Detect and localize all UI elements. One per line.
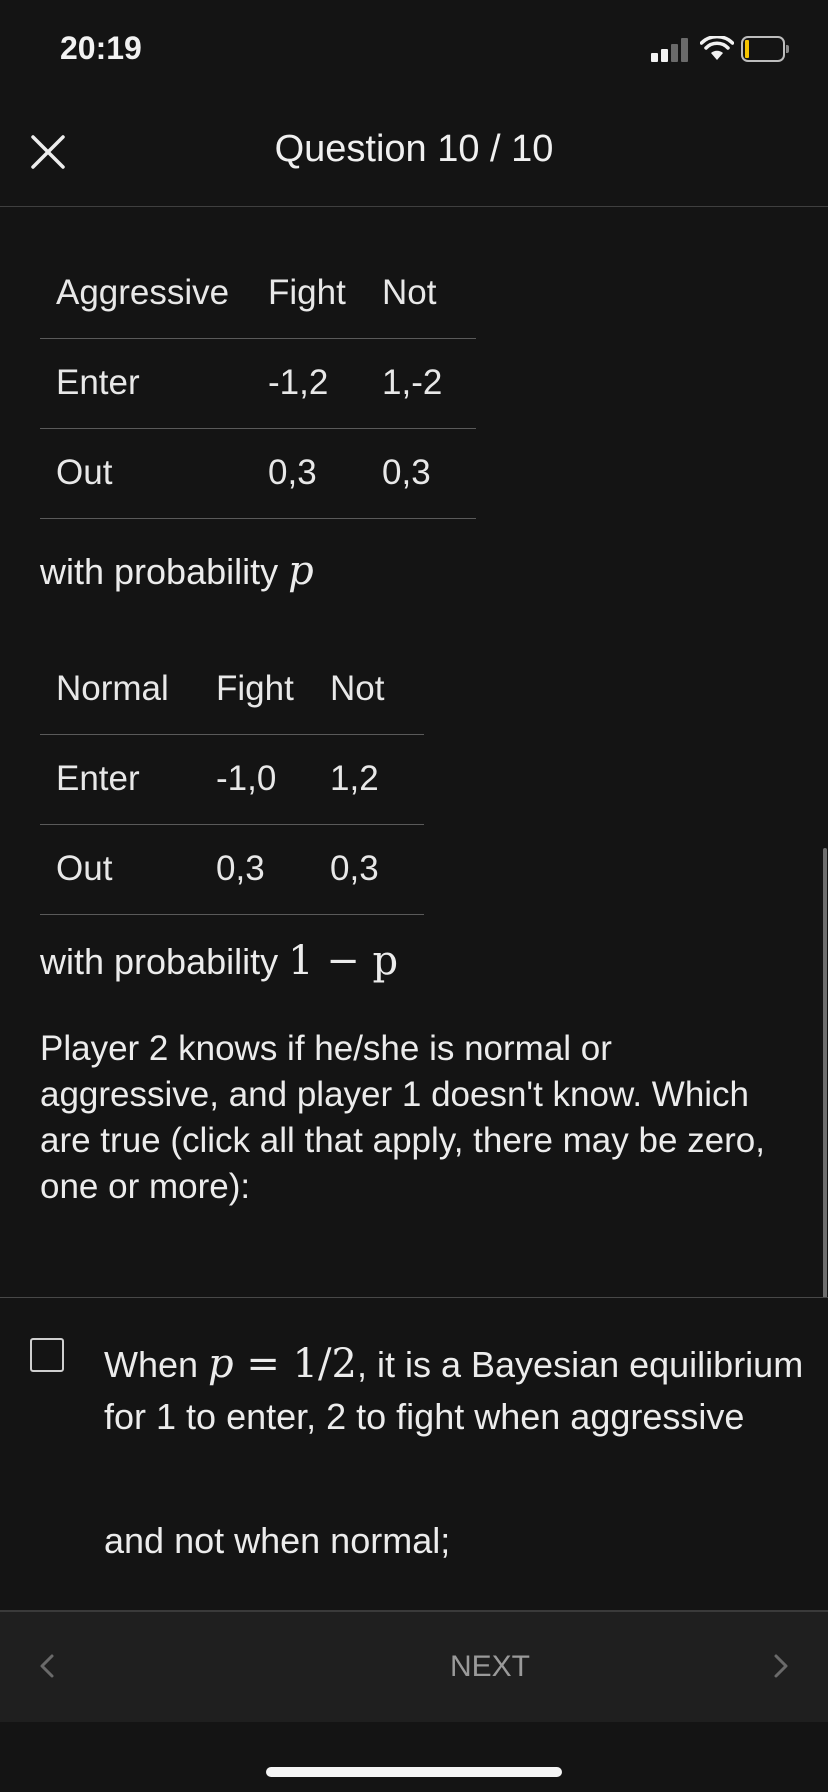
table-row: Enter -1,0 1,2 (40, 734, 424, 825)
table-header-row: Aggressive Fight Not (40, 248, 476, 339)
table-cell: 1,-2 (366, 338, 476, 429)
status-time: 20:19 (60, 30, 142, 66)
table-header-cell: Normal (40, 644, 200, 735)
next-chevron-button[interactable] (766, 1646, 796, 1686)
table-row: Out 0,3 0,3 (40, 824, 424, 915)
battery-icon (741, 36, 789, 62)
probability-text: with probability (40, 551, 289, 592)
probability-line-one-minus-p: with probability 1 − p (40, 938, 398, 984)
home-indicator[interactable] (266, 1767, 562, 1777)
chevron-left-icon (40, 1654, 54, 1678)
option-prefix: When (104, 1344, 209, 1385)
table-header-cell: Not (314, 644, 424, 735)
table-cell: 0,3 (200, 824, 314, 915)
table-cell: Out (40, 824, 200, 915)
math-variable: p (208, 1341, 234, 1387)
next-button[interactable]: NEXT (400, 1642, 580, 1692)
wifi-icon (700, 36, 734, 60)
payoff-table-normal: Normal Fight Not Enter -1,0 1,2 Out 0,3 … (40, 644, 424, 915)
cellular-signal-icon (651, 38, 691, 62)
table-header-cell: Fight (200, 644, 314, 735)
probability-line-p: with probability p (40, 548, 314, 594)
payoff-table-aggressive: Aggressive Fight Not Enter -1,2 1,-2 Out… (40, 248, 476, 519)
chevron-right-icon (774, 1654, 788, 1678)
table-cell: Enter (40, 338, 252, 429)
table-row: Out 0,3 0,3 (40, 428, 476, 519)
math-expression: 1 − p (288, 938, 399, 984)
bottom-nav: NEXT (0, 1612, 828, 1722)
screen: 20:19 Question 10 / 10 Aggressive Fight … (0, 0, 828, 1792)
page-title: Question 10 / 10 (274, 128, 554, 170)
battery-level (745, 40, 749, 58)
option-checkbox[interactable] (30, 1338, 64, 1372)
question-content[interactable]: Aggressive Fight Not Enter -1,2 1,-2 Out… (0, 208, 828, 1458)
table-cell: 0,3 (252, 428, 366, 519)
table-header-cell: Fight (252, 248, 366, 339)
table-cell: 0,3 (314, 824, 424, 915)
table-header-row: Normal Fight Not (40, 644, 424, 735)
table-header-cell: Not (366, 248, 476, 339)
header: Question 10 / 10 (0, 100, 828, 207)
question-text: Player 2 knows if he/she is normal or ag… (40, 1029, 765, 1206)
table-header-cell: Aggressive (40, 248, 252, 339)
math-expression: p (288, 548, 314, 594)
previous-button[interactable] (32, 1646, 62, 1686)
table-cell: Out (40, 428, 252, 519)
probability-text: with probability (40, 941, 289, 982)
table-cell: 1,2 (314, 734, 424, 825)
status-bar: 20:19 (0, 0, 828, 100)
table-cell: -1,2 (252, 338, 366, 429)
option-text-line2: and not when normal; (104, 1520, 451, 1561)
table-cell: -1,0 (200, 734, 314, 825)
option-text: When p = 1/2, it is a Bayesian equilibri… (104, 1338, 804, 1443)
answer-option[interactable]: When p = 1/2, it is a Bayesian equilibri… (0, 1298, 828, 1610)
math-expression: = 1/2 (233, 1341, 357, 1387)
table-cell: 0,3 (366, 428, 476, 519)
home-area (0, 1722, 828, 1792)
table-row: Enter -1,2 1,-2 (40, 338, 476, 429)
table-cell: Enter (40, 734, 200, 825)
